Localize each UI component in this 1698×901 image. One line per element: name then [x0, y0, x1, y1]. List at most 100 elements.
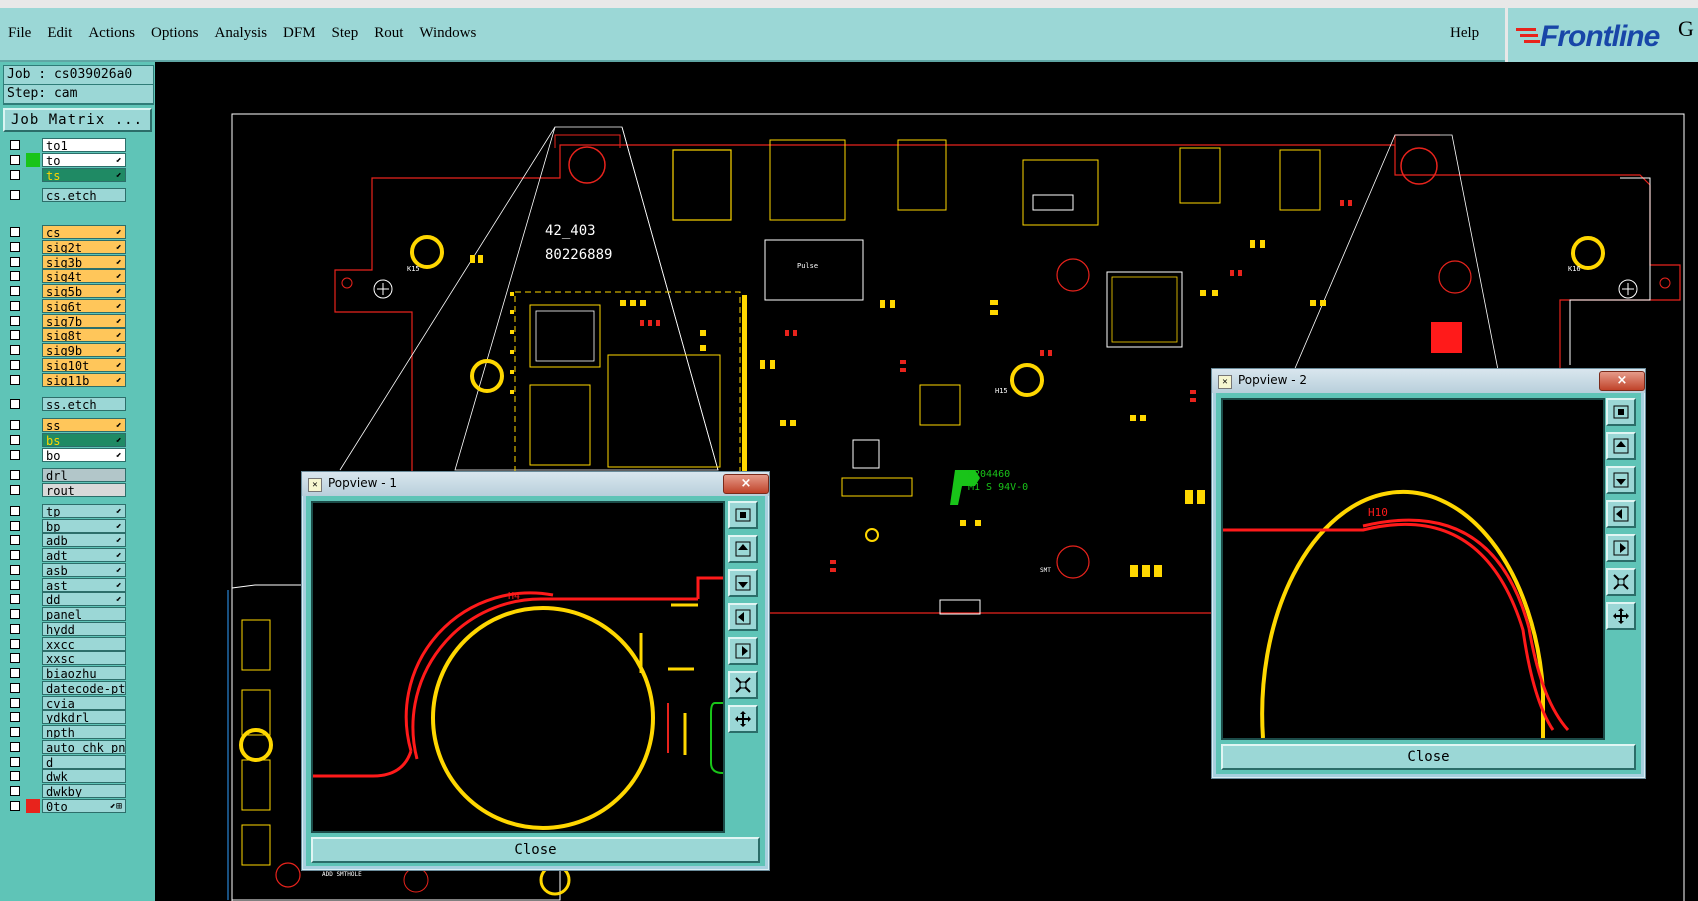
layer-name[interactable]: sig10t ⬋ [42, 357, 126, 372]
layer-name[interactable]: ss.etch [42, 397, 126, 412]
layer-checkbox[interactable] [10, 712, 20, 723]
layer-row[interactable]: sig6t ⬋ [6, 298, 126, 313]
layer-name[interactable]: d [42, 754, 126, 769]
layer-checkbox[interactable] [10, 771, 20, 782]
layer-checkbox[interactable] [10, 682, 20, 693]
layer-checkbox[interactable] [10, 420, 20, 430]
popview-1-zoom-in-button[interactable] [728, 705, 758, 733]
layer-checkbox[interactable] [10, 140, 20, 150]
layer-checkbox[interactable] [10, 399, 20, 410]
layer-name[interactable]: sig7b ⬋ [42, 313, 126, 328]
layer-name[interactable]: 0to ⬋⊞ [42, 798, 126, 813]
menu-dfm[interactable]: DFM [283, 25, 316, 42]
layer-row[interactable]: npth [6, 725, 126, 739]
layer-checkbox[interactable] [10, 169, 20, 180]
popview-1-zoom-fit-button[interactable] [728, 501, 758, 529]
layer-checkbox[interactable] [10, 520, 20, 531]
layer-name[interactable]: to1 [42, 138, 126, 152]
layer-row[interactable]: ss ⬋ [6, 418, 126, 432]
layer-checkbox[interactable] [10, 485, 20, 495]
popview-2-pan-right-button[interactable] [1606, 534, 1636, 562]
layer-name[interactable]: ast ⬋ [42, 577, 126, 592]
layer-checkbox[interactable] [10, 470, 20, 481]
layer-checkbox[interactable] [10, 697, 20, 708]
menu-step[interactable]: Step [332, 25, 359, 42]
layer-checkbox[interactable] [10, 374, 20, 385]
layer-checkbox[interactable] [10, 535, 20, 546]
menu-file[interactable]: File [8, 25, 31, 42]
layer-name[interactable]: datecode-ptc [42, 680, 126, 695]
layer-row[interactable]: asb ⬋ [6, 562, 126, 577]
layer-row[interactable]: sig10t ⬋ [6, 357, 126, 372]
layer-name[interactable]: cs.etch [42, 188, 126, 203]
layer-color-swatch[interactable] [26, 798, 40, 813]
popview-1-zoom-view[interactable]: H4 [313, 503, 724, 831]
layer-name[interactable]: sig8t ⬋ [42, 328, 126, 343]
layer-checkbox[interactable] [10, 300, 20, 311]
job-matrix-button[interactable]: Job Matrix ... [3, 108, 152, 132]
layer-name[interactable]: dwk [42, 769, 126, 784]
layer-name[interactable]: bp ⬋ [42, 518, 126, 533]
layer-row[interactable]: ydkdrl [6, 710, 126, 725]
layer-name[interactable]: cs ⬋ [42, 225, 126, 239]
popview-2-pan-up-button[interactable] [1606, 432, 1636, 460]
layer-name[interactable]: dwkby [42, 784, 126, 798]
layer-checkbox[interactable] [10, 505, 20, 516]
popview-1-zoom-out-button[interactable] [728, 671, 758, 699]
layer-row[interactable]: auto_chk_pn... [6, 739, 126, 754]
layer-name[interactable]: xxcc [42, 636, 126, 651]
popview-2-zoom-view[interactable]: H10 [1223, 400, 1603, 739]
popview-1-pan-left-button[interactable] [728, 603, 758, 631]
layer-checkbox[interactable] [10, 564, 20, 575]
layer-name[interactable]: sig2t ⬋ [42, 239, 126, 254]
menu-help[interactable]: Help [1450, 25, 1479, 42]
layer-row[interactable]: cs ⬋ [6, 225, 126, 239]
layer-name[interactable]: sig4t ⬋ [42, 269, 126, 284]
layer-checkbox[interactable] [10, 786, 20, 796]
layer-checkbox[interactable] [10, 315, 20, 326]
layer-row[interactable]: ast ⬋ [6, 577, 126, 592]
layer-row[interactable]: hydd [6, 621, 126, 636]
popview-2-titlebar[interactable]: ✕ Popview - 2 × [1212, 369, 1645, 393]
layer-checkbox[interactable] [10, 668, 20, 678]
popview-1-close-x-button[interactable]: × [723, 474, 769, 494]
layer-name[interactable]: bs ⬋ [42, 432, 126, 447]
layer-row[interactable]: tp ⬋ [6, 503, 126, 518]
layer-name[interactable]: to ⬋ [42, 152, 126, 167]
layer-checkbox[interactable] [10, 271, 20, 282]
layer-checkbox[interactable] [10, 550, 20, 560]
menu-options[interactable]: Options [151, 25, 199, 42]
layer-checkbox[interactable] [10, 594, 20, 605]
layer-row[interactable]: to1 [6, 138, 126, 152]
layer-checkbox[interactable] [10, 653, 20, 664]
layer-row[interactable]: bo ⬋ [6, 447, 126, 462]
layer-name[interactable]: adt ⬋ [42, 548, 126, 562]
layer-name[interactable]: ss ⬋ [42, 418, 126, 432]
menu-analysis[interactable]: Analysis [215, 25, 268, 42]
layer-name[interactable]: xxsc [42, 651, 126, 666]
popview-2-pan-down-button[interactable] [1606, 466, 1636, 494]
layer-row[interactable]: cs.etch [6, 188, 126, 203]
layer-row[interactable]: sig11b ⬋ [6, 372, 126, 387]
layer-row[interactable]: 0to ⬋⊞ [6, 798, 126, 813]
popview-1-pan-up-button[interactable] [728, 535, 758, 563]
popview-2-zoom-fit-button[interactable] [1606, 398, 1636, 426]
layer-checkbox[interactable] [10, 741, 20, 752]
layer-row[interactable]: datecode-ptc [6, 680, 126, 695]
layer-name[interactable]: cvia [42, 695, 126, 710]
layer-row[interactable]: sig3b ⬋ [6, 254, 126, 269]
layer-row[interactable]: bs ⬋ [6, 432, 126, 447]
layer-name[interactable]: adb ⬋ [42, 533, 126, 548]
layer-name[interactable]: bo ⬋ [42, 447, 126, 462]
layer-name[interactable]: drl [42, 468, 126, 483]
layer-name[interactable]: auto_chk_pn... [42, 739, 126, 754]
layer-checkbox[interactable] [10, 756, 20, 767]
layer-name[interactable]: rout [42, 483, 126, 497]
popview-1-titlebar[interactable]: ✕ Popview - 1 × [302, 472, 769, 496]
menu-rout[interactable]: Rout [374, 25, 403, 42]
layer-row[interactable]: sig4t ⬋ [6, 269, 126, 284]
layer-checkbox[interactable] [10, 434, 20, 445]
popview-2-zoom-in-button[interactable] [1606, 602, 1636, 630]
layer-color-swatch[interactable] [26, 152, 40, 167]
layer-name[interactable]: biaozhu [42, 666, 126, 680]
